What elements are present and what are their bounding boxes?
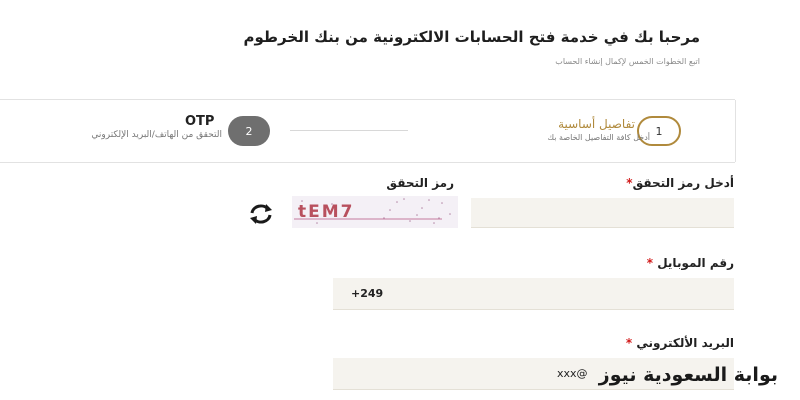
page-title: مرحبا بك في خدمة فتح الحسابات الالكتروني… <box>243 28 700 46</box>
refresh-captcha-button[interactable] <box>246 203 276 225</box>
required-mark: * <box>625 336 633 350</box>
step-2-circle[interactable]: 2 <box>228 116 270 146</box>
captcha-image: tEM7 <box>292 196 458 228</box>
mobile-label-text: رقم الموبايل <box>657 256 734 270</box>
refresh-icon <box>250 204 272 224</box>
email-field-label: البريد الألكتروني * <box>626 336 734 350</box>
step-2-description: التحقق من الهاتف/البريد الإلكتروني <box>91 130 222 140</box>
required-mark: * <box>646 256 654 270</box>
divider-bottom <box>0 162 735 163</box>
stepper-connector <box>290 130 408 131</box>
captcha-image-label: رمز التحقق <box>386 176 454 190</box>
captcha-field-label: أدخل رمز التحقق* <box>626 176 734 190</box>
email-label-text: البريد الألكتروني <box>636 336 734 350</box>
mobile-field-label: رقم الموبايل * <box>647 256 734 270</box>
email-input-value: xxx@ <box>557 367 588 380</box>
step-1-description: أدخل كافة التفاصيل الخاصة بك <box>547 133 650 142</box>
step-2-title: OTP <box>185 114 215 129</box>
divider-right <box>735 100 736 162</box>
mobile-input[interactable]: +249 <box>333 278 734 310</box>
captcha-code-text: tEM7 <box>298 202 355 222</box>
mobile-input-value: +249 <box>351 287 384 300</box>
step-1-title: تفاصيل أساسية <box>558 117 635 131</box>
site-watermark: بوابة السعودية نيوز <box>598 364 778 386</box>
captcha-input[interactable] <box>471 198 734 228</box>
captcha-label-text: أدخل رمز التحقق <box>632 176 734 190</box>
page-subtitle: اتبع الخطوات الخمس لإكمال إنشاء الحساب <box>555 57 700 66</box>
divider-top <box>0 99 735 100</box>
